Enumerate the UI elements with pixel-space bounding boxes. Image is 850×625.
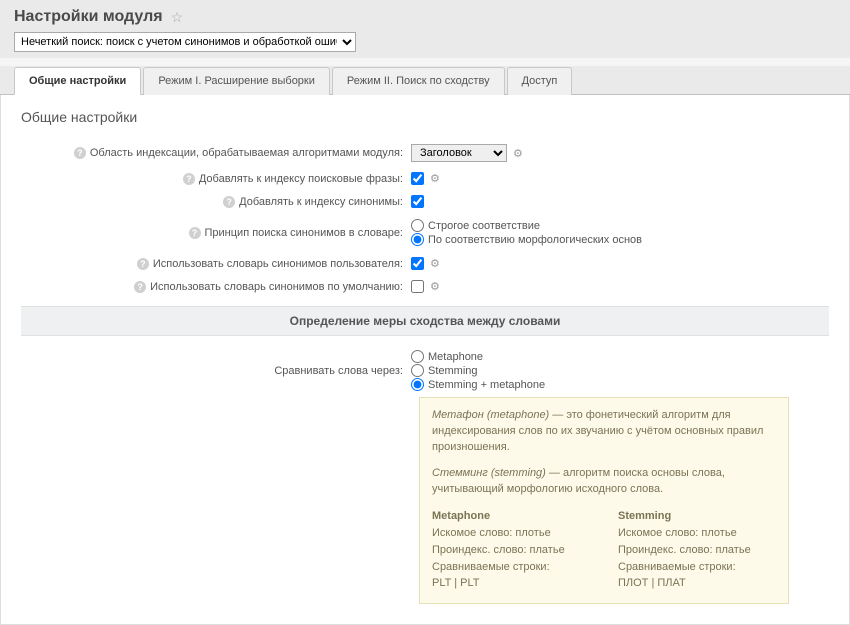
help-icon[interactable]: ? — [223, 196, 235, 208]
radio-stem-meta-label: Stemming + metaphone — [428, 379, 545, 391]
module-select[interactable]: Нечеткий поиск: поиск с учетом синонимов… — [14, 32, 356, 52]
radio-morph-label: По соответствию морфологических основ — [428, 234, 642, 246]
radio-stemming-label: Stemming — [428, 365, 478, 377]
tab-general[interactable]: Общие настройки — [14, 67, 141, 95]
label-add-phrases: Добавлять к индексу поисковые фразы: — [199, 173, 403, 185]
add-synonyms-checkbox[interactable] — [411, 195, 424, 208]
label-compare: Сравнивать слова через: — [274, 365, 403, 377]
similarity-heading: Определение меры сходства между словами — [21, 306, 829, 336]
radio-strict-input[interactable] — [411, 219, 424, 232]
tabs: Общие настройки Режим I. Расширение выбо… — [0, 66, 850, 95]
info-col2-title: Stemming — [618, 509, 776, 525]
info-col1-r4: PLT | PLT — [432, 576, 590, 592]
radio-metaphone[interactable]: Metaphone — [411, 350, 545, 363]
info-col1-r1: Искомое слово: плотье — [432, 526, 590, 542]
section-title: Общие настройки — [21, 109, 829, 125]
info-stem-em: Стемминг (stemming) — [432, 467, 546, 479]
info-col2-r1: Искомое слово: плотье — [618, 526, 776, 542]
tab-mode2[interactable]: Режим II. Поиск по сходству — [332, 67, 505, 95]
info-col-metaphone: Metaphone Искомое слово: плотье Проиндек… — [432, 508, 590, 594]
radio-strict-label: Строгое соответствие — [428, 220, 540, 232]
info-col1-r2: Проиндекс. слово: платье — [432, 543, 590, 559]
help-icon[interactable]: ? — [74, 147, 86, 159]
radio-metaphone-input[interactable] — [411, 350, 424, 363]
info-col-stemming: Stemming Искомое слово: плотье Проиндекс… — [618, 508, 776, 594]
info-col1-r3: Сравниваемые строки: — [432, 560, 590, 576]
info-col1-title: Metaphone — [432, 509, 590, 525]
info-meta-em: Метафон (metaphone) — [432, 409, 549, 421]
label-add-synonyms: Добавлять к индексу синонимы: — [239, 196, 403, 208]
radio-stem-meta-input[interactable] — [411, 378, 424, 391]
radio-stemming[interactable]: Stemming — [411, 364, 545, 377]
help-icon[interactable]: ? — [189, 227, 201, 239]
help-icon[interactable]: ? — [183, 173, 195, 185]
radio-morph-input[interactable] — [411, 233, 424, 246]
help-icon[interactable]: ? — [134, 281, 146, 293]
radio-stemming-input[interactable] — [411, 364, 424, 377]
radio-stem-meta[interactable]: Stemming + metaphone — [411, 378, 545, 391]
label-index-area: Область индексации, обрабатываемая алгор… — [90, 147, 403, 159]
tab-mode1[interactable]: Режим I. Расширение выборки — [143, 67, 330, 95]
help-icon[interactable]: ? — [137, 258, 149, 270]
radio-strict[interactable]: Строгое соответствие — [411, 219, 642, 232]
radio-metaphone-label: Metaphone — [428, 351, 483, 363]
default-dict-checkbox[interactable] — [411, 280, 424, 293]
label-default-dict: Использовать словарь синонимов по умолча… — [150, 281, 403, 293]
gear-icon[interactable]: ⚙ — [430, 280, 440, 293]
label-syn-principle: Принцип поиска синонимов в словаре: — [205, 227, 403, 239]
index-area-select[interactable]: Заголовок — [411, 144, 507, 162]
favorite-star-icon[interactable]: ☆ — [171, 9, 184, 26]
gear-icon[interactable]: ⚙ — [430, 257, 440, 270]
info-col2-r4: ПЛОТ | ПЛАТ — [618, 576, 776, 592]
tab-access[interactable]: Доступ — [507, 67, 573, 95]
label-user-dict: Использовать словарь синонимов пользоват… — [153, 258, 403, 270]
info-col2-r2: Проиндекс. слово: платье — [618, 543, 776, 559]
gear-icon[interactable]: ⚙ — [430, 172, 440, 185]
add-phrases-checkbox[interactable] — [411, 172, 424, 185]
gear-icon[interactable]: ⚙ — [513, 147, 523, 160]
info-col2-r3: Сравниваемые строки: — [618, 560, 776, 576]
info-box: Метафон (metaphone) — это фонетический а… — [419, 397, 789, 604]
radio-morph[interactable]: По соответствию морфологических основ — [411, 233, 642, 246]
page-title: Настройки модуля — [14, 8, 163, 26]
user-dict-checkbox[interactable] — [411, 257, 424, 270]
